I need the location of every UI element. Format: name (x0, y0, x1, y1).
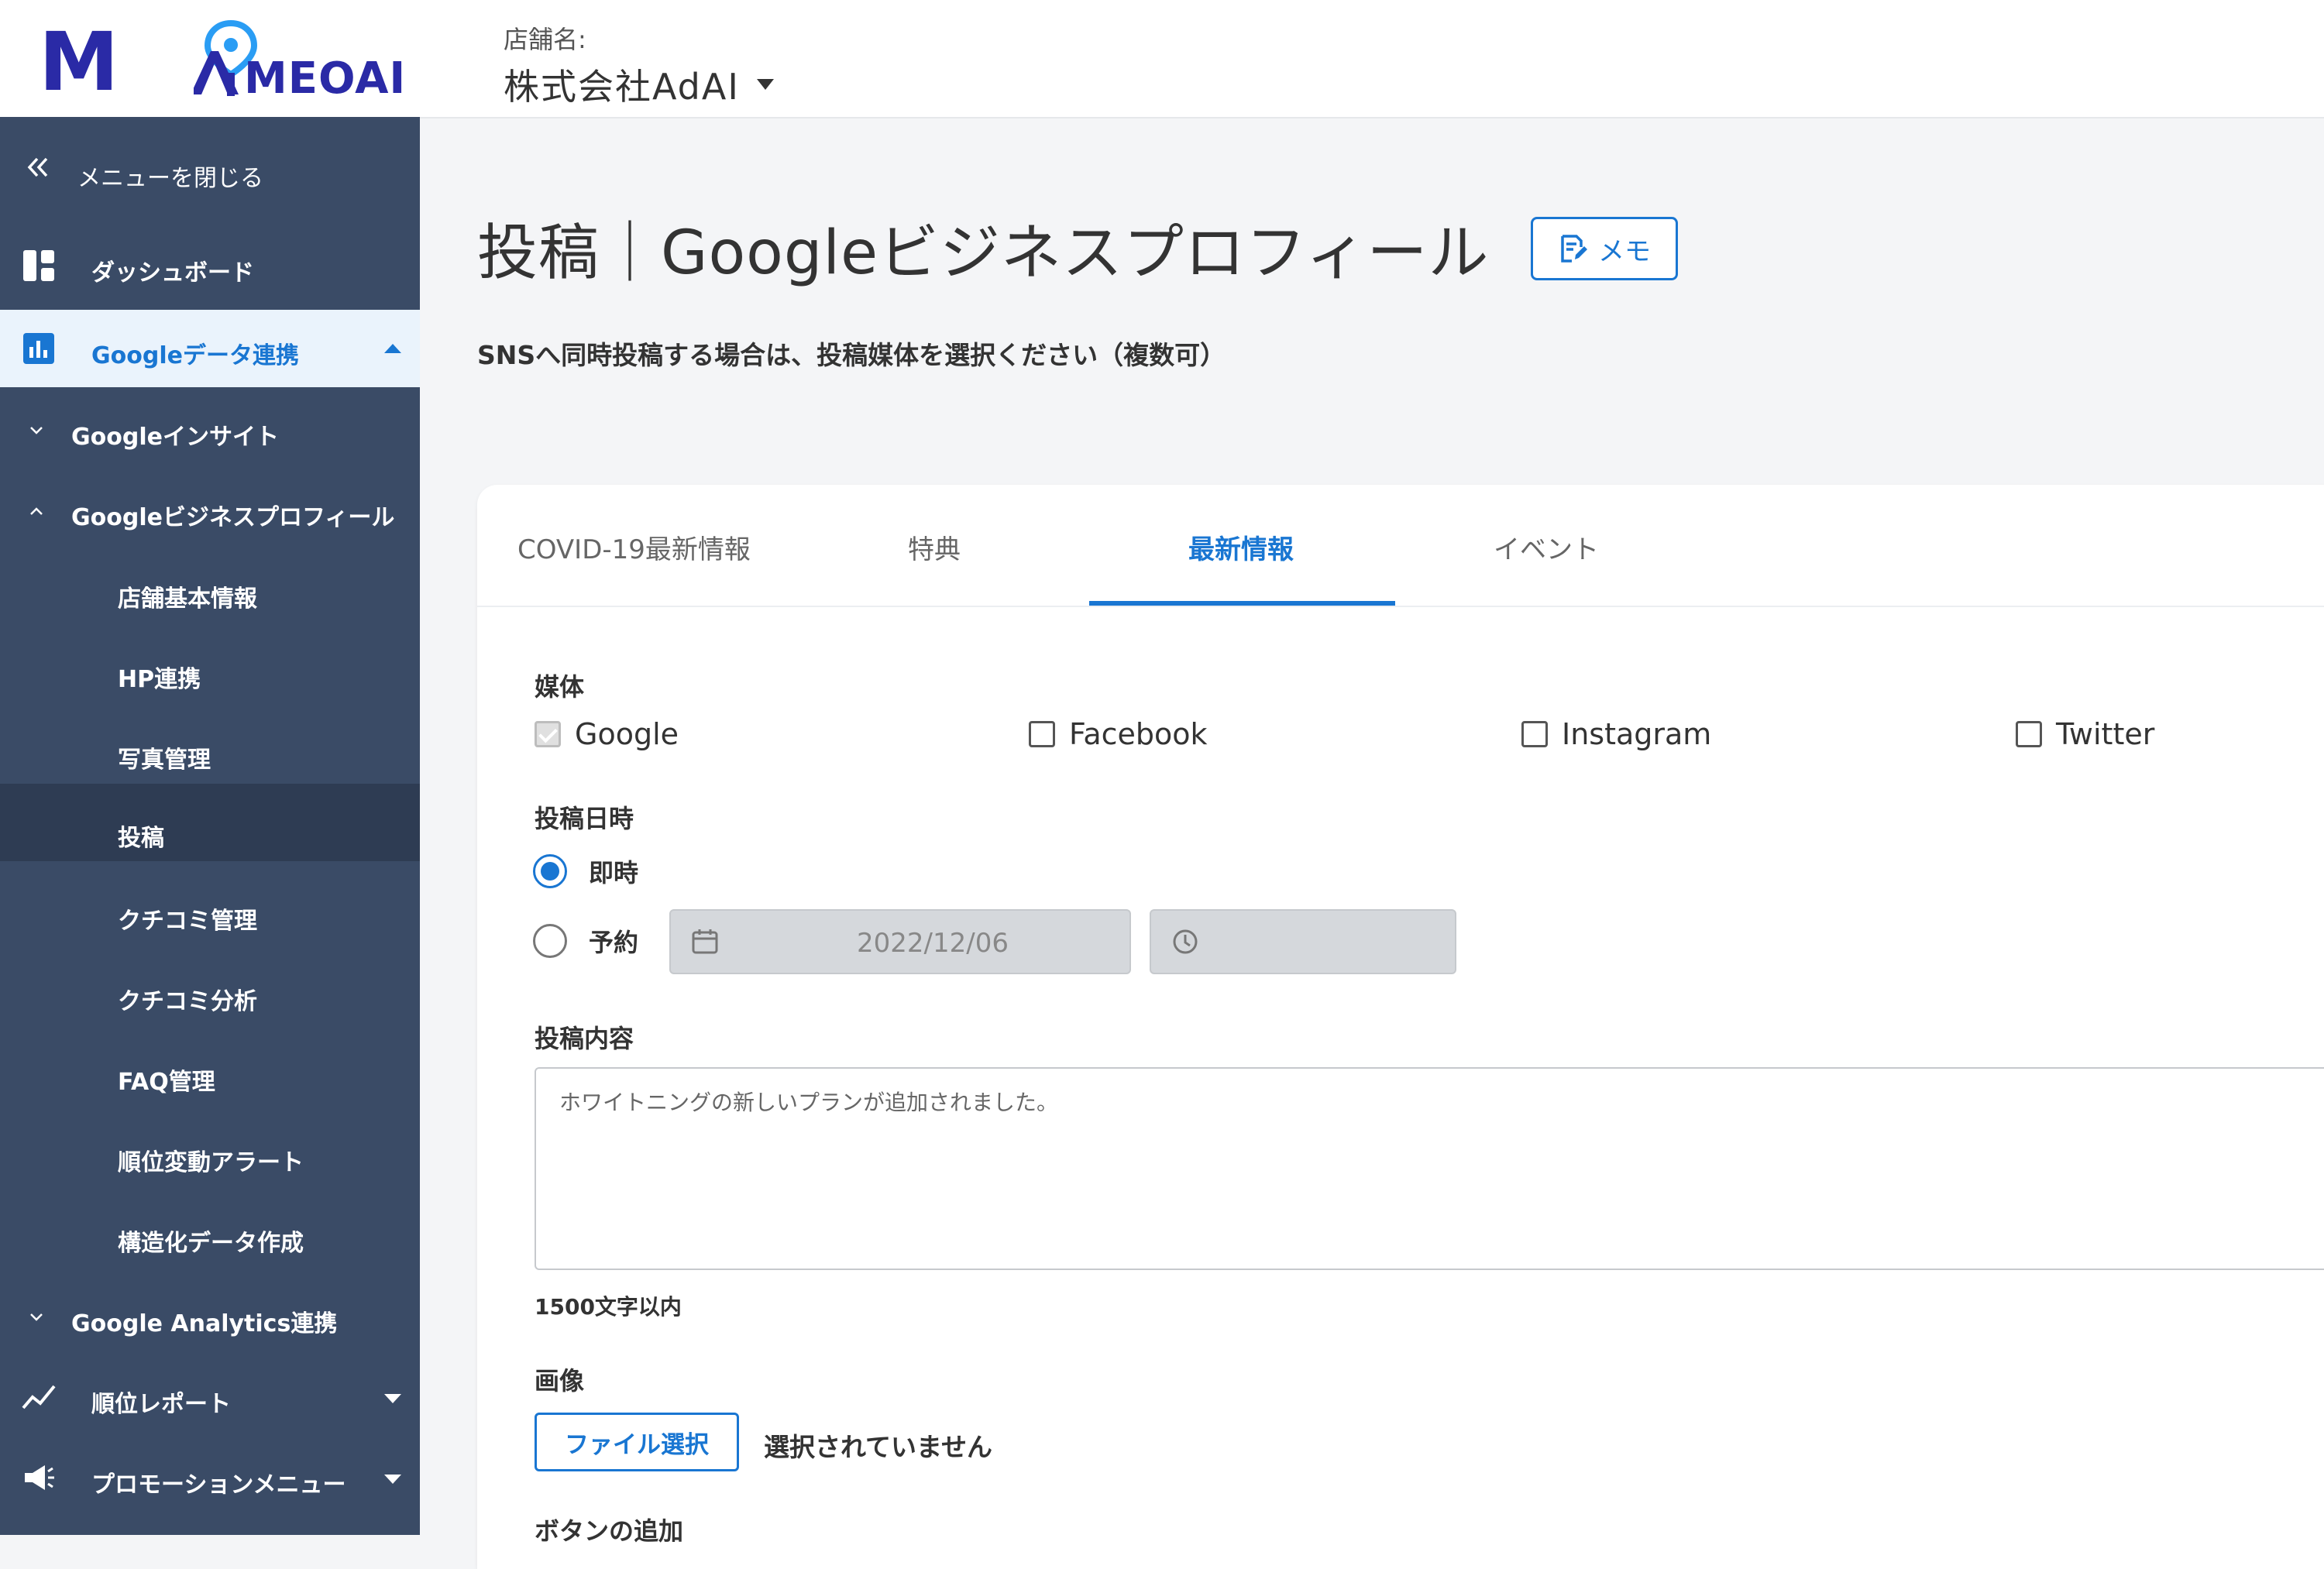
sidebar-item-label: 順位変動アラート (118, 1149, 304, 1176)
sidebar-item-label: クチコミ管理 (118, 908, 257, 935)
close-menu-label: メニューを閉じる (77, 165, 263, 192)
checkbox-box (2016, 721, 2042, 747)
caret-down-icon (756, 79, 774, 90)
subtitle: SNSへ同時投稿する場合は、投稿媒体を選択ください（複数可） (477, 340, 1226, 370)
trend-line-icon (22, 1385, 56, 1409)
checkbox-label: Instagram (1562, 717, 1712, 751)
time-input[interactable] (1150, 909, 1456, 974)
radio-label: 予約 (589, 928, 639, 957)
top-header: M MEOAI 店舗名: 株式会社AdAI (0, 0, 2324, 118)
sidebar-item-review-management[interactable]: クチコミ管理 (0, 875, 420, 953)
sidebar-item-google-insight[interactable]: Googleインサイト (0, 391, 420, 469)
chevron-up-icon (30, 507, 43, 515)
date-input[interactable]: 2022/12/06 (669, 909, 1131, 974)
post-content-textarea[interactable]: ホワイトニングの新しいプランが追加されました。 (535, 1067, 2324, 1270)
add-button-label: ボタンの追加 (535, 1516, 684, 1546)
sidebar-item-label: 投稿 (118, 825, 164, 852)
checkbox-facebook[interactable]: Facebook (1029, 717, 1208, 751)
sidebar-item-rank-report[interactable]: 順位レポート (0, 1358, 420, 1436)
sidebar-item-label: ダッシュボード (91, 259, 254, 287)
caret-down-icon (384, 1475, 401, 1484)
checkbox-label: Google (575, 717, 679, 751)
sidebar-item-label: クチコミ分析 (118, 988, 257, 1015)
caret-up-icon (384, 344, 401, 353)
checkbox-box (1029, 721, 1055, 747)
checkbox-label: Facebook (1069, 717, 1208, 751)
sidebar-item-label: Google Analytics連携 (71, 1310, 338, 1337)
sidebar-item-label: 順位レポート (91, 1391, 231, 1418)
sidebar: メニューを閉じる ダッシュボード Googleデータ連携 Googleインサイト… (0, 117, 420, 1535)
checkbox-instagram[interactable]: Instagram (1521, 717, 1711, 751)
chevron-down-icon (30, 427, 43, 434)
media-label: 媒体 (535, 672, 585, 702)
radio-label: 即時 (589, 858, 639, 887)
file-status: 選択されていません (764, 1432, 993, 1462)
date-value: 2022/12/06 (857, 928, 1009, 959)
char-limit-hint: 1500文字以内 (535, 1294, 682, 1320)
store-selector[interactable]: 株式会社AdAI (504, 59, 774, 110)
checkbox-box (1521, 721, 1548, 747)
memo-label: メモ (1598, 235, 1651, 267)
note-edit-icon (1561, 235, 1587, 263)
double-chevron-left-icon (27, 157, 48, 177)
store-label: 店舗名: (504, 25, 586, 54)
radio-button (533, 924, 567, 958)
tab-event[interactable]: イベント (1494, 528, 1599, 566)
sidebar-item-promotion-menu[interactable]: プロモーションメニュー (0, 1439, 420, 1516)
megaphone-icon (25, 1465, 54, 1490)
sidebar-item-label: 写真管理 (118, 747, 211, 774)
store-name: 株式会社AdAI (504, 66, 740, 108)
radio-immediate[interactable]: 即時 (533, 853, 638, 889)
sidebar-item-label: HP連携 (118, 666, 201, 693)
sidebar-item-google-business-profile[interactable]: Googleビジネスプロフィール (0, 472, 420, 549)
sidebar-item-hp-link[interactable]: HP連携 (0, 633, 420, 711)
checkbox-twitter[interactable]: Twitter (2016, 717, 2154, 751)
radio-schedule[interactable]: 予約 (533, 923, 638, 959)
sidebar-item-google-data[interactable]: Googleデータ連携 (0, 310, 420, 387)
sidebar-item-label: FAQ管理 (118, 1069, 215, 1096)
active-tab-indicator (1089, 601, 1395, 606)
sidebar-item-label: Googleデータ連携 (91, 342, 299, 369)
memo-button[interactable]: メモ (1531, 217, 1678, 280)
sidebar-item-label: プロモーションメニュー (91, 1471, 346, 1499)
sidebar-item-rank-alert[interactable]: 順位変動アラート (0, 1117, 420, 1194)
sidebar-item-label: Googleビジネスプロフィール (71, 504, 395, 531)
logo-mark: M (39, 15, 119, 109)
tab-offer[interactable]: 特典 (908, 528, 961, 566)
dashboard-icon (23, 250, 54, 281)
chevron-down-icon (30, 1313, 43, 1321)
checkbox-label: Twitter (2056, 717, 2155, 751)
checkbox-box (535, 721, 561, 747)
page-title: 投稿｜Googleビジネスプロフィール (477, 218, 1490, 288)
file-select-button[interactable]: ファイル選択 (535, 1413, 739, 1471)
datetime-label: 投稿日時 (535, 804, 634, 833)
radio-button (533, 854, 567, 888)
sidebar-item-label: Googleインサイト (71, 424, 279, 451)
image-label: 画像 (535, 1366, 585, 1396)
sidebar-item-review-analysis[interactable]: クチコミ分析 (0, 956, 420, 1033)
tab-covid19[interactable]: COVID-19最新情報 (517, 528, 751, 566)
meoai-logo[interactable]: M MEOAI (39, 15, 426, 109)
sidebar-item-faq[interactable]: FAQ管理 (0, 1036, 420, 1114)
checkbox-google[interactable]: Google (535, 717, 679, 751)
sidebar-item-dashboard[interactable]: ダッシュボード (0, 227, 420, 304)
clock-icon (1173, 929, 1198, 954)
sidebar-item-label: 構造化データ作成 (118, 1230, 304, 1257)
content-label: 投稿内容 (535, 1024, 634, 1053)
sidebar-item-post[interactable]: 投稿 (0, 784, 420, 861)
caret-down-icon (384, 1394, 401, 1403)
tab-whats-new[interactable]: 最新情報 (1188, 528, 1294, 566)
sidebar-item-structured-data[interactable]: 構造化データ作成 (0, 1197, 420, 1275)
logo-text: MEOAI (244, 53, 407, 104)
sidebar-item-label: 店舗基本情報 (118, 585, 257, 613)
calendar-icon (692, 929, 718, 954)
close-menu-button[interactable]: メニューを閉じる (0, 132, 420, 210)
sidebar-item-store-info[interactable]: 店舗基本情報 (0, 553, 420, 630)
post-type-tabs: COVID-19最新情報 特典 最新情報 イベント (477, 485, 2324, 607)
sidebar-item-google-analytics[interactable]: Google Analytics連携 (0, 1278, 420, 1355)
post-form-card: COVID-19最新情報 特典 最新情報 イベント 媒体 Google Face… (477, 485, 2324, 1569)
bar-chart-icon (23, 333, 54, 364)
sidebar-item-photos[interactable]: 写真管理 (0, 714, 420, 791)
